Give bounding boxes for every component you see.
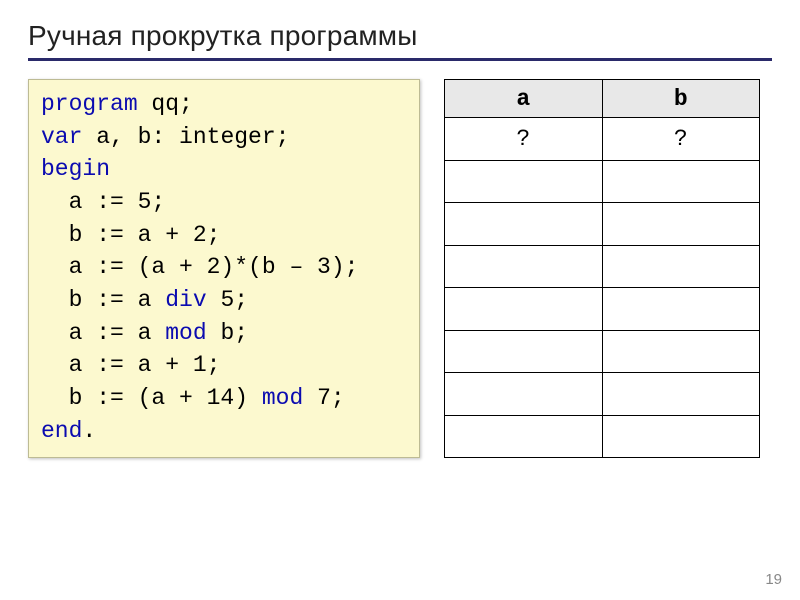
cell <box>602 160 760 203</box>
code-text: b := a <box>41 287 165 313</box>
code-line: a := (a + 2)*(b – 3); <box>41 254 358 280</box>
table-row <box>445 203 760 246</box>
kw-div: div <box>165 287 206 313</box>
table-row <box>445 245 760 288</box>
cell <box>445 330 603 373</box>
code-text: a := a <box>41 320 165 346</box>
code-box: program qq; var a, b: integer; begin a :… <box>28 79 420 458</box>
page-number: 19 <box>765 571 782 588</box>
code-text: qq; <box>138 91 193 117</box>
kw-mod: mod <box>262 385 303 411</box>
trace-table: a b ? ? <box>444 79 760 458</box>
table-header-row: a b <box>445 80 760 118</box>
code-text: 7; <box>303 385 344 411</box>
code-text: a, b: integer; <box>82 124 289 150</box>
slide-title: Ручная прокрутка программы <box>28 20 772 61</box>
col-b-header: b <box>602 80 760 118</box>
cell <box>602 330 760 373</box>
slide: Ручная прокрутка программы program qq; v… <box>0 0 800 600</box>
code-text: b := (a + 14) <box>41 385 262 411</box>
cell: ? <box>602 118 760 161</box>
cell <box>602 373 760 416</box>
cell <box>445 373 603 416</box>
table-row <box>445 288 760 331</box>
kw-mod: mod <box>165 320 206 346</box>
kw-program: program <box>41 91 138 117</box>
code-text: 5; <box>207 287 248 313</box>
kw-var: var <box>41 124 82 150</box>
cell <box>445 245 603 288</box>
cell <box>602 288 760 331</box>
table-row: ? ? <box>445 118 760 161</box>
kw-end: end <box>41 418 82 444</box>
cell <box>602 245 760 288</box>
cell <box>445 160 603 203</box>
table-row <box>445 373 760 416</box>
col-a-header: a <box>445 80 603 118</box>
content-row: program qq; var a, b: integer; begin a :… <box>28 79 772 458</box>
table-row <box>445 415 760 458</box>
cell <box>602 203 760 246</box>
code-line: a := a + 1; <box>41 352 220 378</box>
code-text: . <box>82 418 96 444</box>
table-row <box>445 160 760 203</box>
cell <box>445 415 603 458</box>
table-row <box>445 330 760 373</box>
code-line: a := 5; <box>41 189 165 215</box>
cell <box>445 288 603 331</box>
cell: ? <box>445 118 603 161</box>
code-line: b := a + 2; <box>41 222 220 248</box>
cell <box>445 203 603 246</box>
cell <box>602 415 760 458</box>
kw-begin: begin <box>41 156 110 182</box>
code-text: b; <box>207 320 248 346</box>
